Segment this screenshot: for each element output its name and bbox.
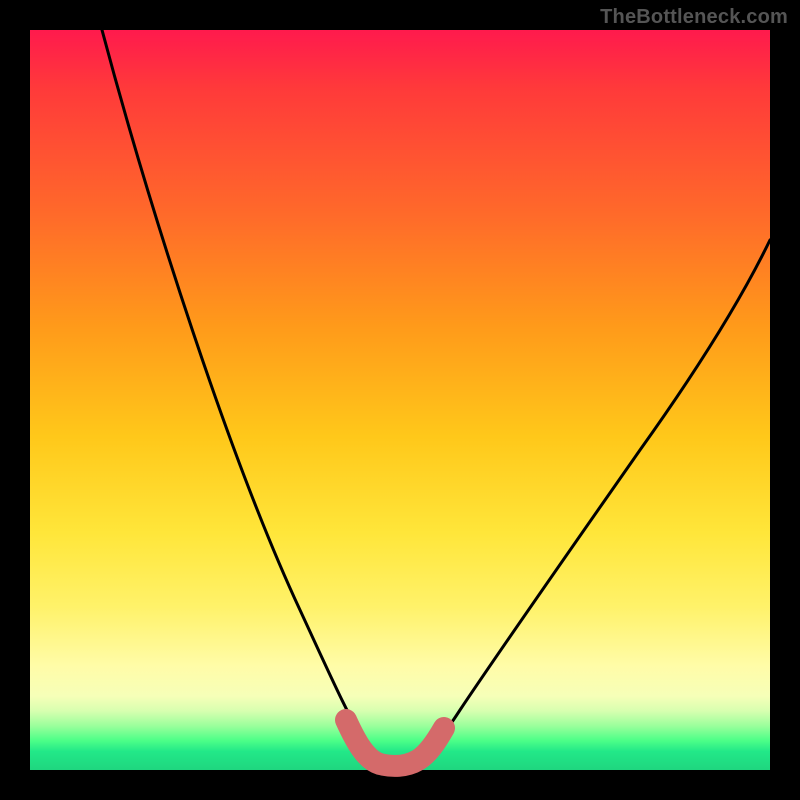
valley-highlight [346, 720, 444, 766]
chart-frame: TheBottleneck.com [0, 0, 800, 800]
chart-svg [30, 30, 770, 770]
right-curve [408, 240, 770, 766]
left-curve [102, 30, 388, 766]
watermark-text: TheBottleneck.com [600, 6, 788, 29]
